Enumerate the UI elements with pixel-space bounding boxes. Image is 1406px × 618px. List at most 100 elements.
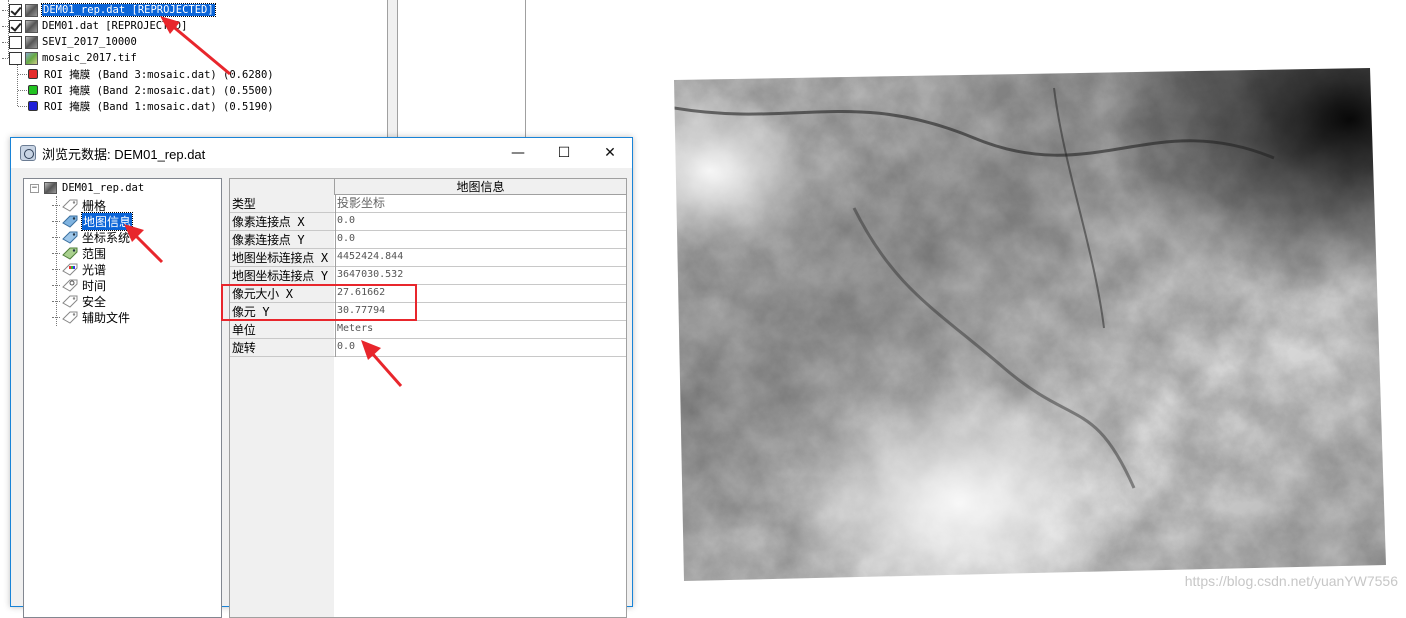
layer-item-sevi[interactable]: SEVI_2017_10000 (2, 34, 137, 50)
grid-header: 地图信息 (334, 179, 626, 195)
roi-color-swatch (28, 69, 38, 79)
layer-checkbox[interactable] (9, 3, 22, 17)
tree-item-spectral[interactable]: 光谱 (52, 261, 106, 277)
grid-key: 像元大小 X (232, 287, 293, 301)
grid-value[interactable]: 27.61662 (335, 285, 626, 303)
roi-label[interactable]: ROI 掩膜 (Band 3:mosaic.dat) (0.6280) (44, 67, 274, 82)
grid-row-rotation[interactable]: 旋转 0.0 (230, 339, 626, 357)
tree-dash (52, 252, 60, 254)
close-button[interactable]: ✕ (587, 138, 633, 168)
app-icon (20, 145, 36, 161)
grid-row-pixel-size-x[interactable]: 像元大小 X 27.61662 (230, 285, 626, 303)
roi-color-swatch (28, 101, 38, 111)
tree-dash (52, 236, 60, 238)
raster-icon (25, 3, 38, 17)
file-tag-icon (62, 311, 78, 324)
tree-item-time[interactable]: 时间 (52, 277, 106, 293)
grid-value[interactable]: 3647030.532 (335, 267, 626, 285)
tree-item-label: 时间 (82, 278, 107, 293)
globe-tag-icon (62, 231, 78, 244)
layer-label[interactable]: SEVI_2017_10000 (42, 36, 137, 48)
grid-row-pixel-size-y[interactable]: 像元 Y 30.77794 (230, 303, 626, 321)
grid-value[interactable]: Meters (335, 321, 626, 339)
tree-item-label: 地图信息 (80, 211, 134, 231)
tree-item-extent[interactable]: 范围 (52, 245, 106, 261)
tree-item-label: 栅格 (82, 198, 107, 213)
tree-item-coordinate-system[interactable]: 坐标系统 (52, 229, 130, 245)
layer-label[interactable]: DEM01.dat [REPROJECTED] (42, 20, 187, 32)
layer-checkbox[interactable] (9, 51, 22, 65)
tree-dash (2, 9, 8, 11)
roi-item-band2[interactable]: ROI 掩膜 (Band 2:mosaic.dat) (0.5500) (18, 82, 274, 98)
layer-checkbox[interactable] (9, 19, 22, 33)
dem-raster (674, 68, 1386, 581)
metadata-tree[interactable]: − DEM01_rep.dat 栅格 地图信息 坐标系统 范围 光谱 时间 安全… (23, 178, 222, 618)
tree-item-auxiliary-files[interactable]: 辅助文件 (52, 309, 130, 325)
tree-dash (52, 204, 60, 206)
collapse-icon[interactable]: − (30, 183, 39, 193)
tree-dash (52, 268, 60, 270)
grid-row-map-tie-x[interactable]: 地图坐标连接点 X 4452424.844 (230, 249, 626, 267)
roi-item-band3[interactable]: ROI 掩膜 (Band 3:mosaic.dat) (0.6280) (18, 66, 274, 82)
map-tag-icon (62, 215, 78, 228)
grid-value[interactable]: 0.0 (335, 339, 626, 357)
grid-value[interactable]: 0.0 (335, 213, 626, 231)
roi-label[interactable]: ROI 掩膜 (Band 2:mosaic.dat) (0.5500) (44, 83, 274, 98)
metadata-browser-dialog: 浏览元数据: DEM01_rep.dat — ☐ ✕ − DEM01_rep.d… (10, 137, 633, 618)
tree-dash (18, 73, 27, 75)
tree-item-security[interactable]: 安全 (52, 293, 106, 309)
grid-value[interactable]: 0.0 (335, 231, 626, 249)
grid-row-map-tie-y[interactable]: 地图坐标连接点 Y 3647030.532 (230, 267, 626, 285)
tree-root-label: DEM01_rep.dat (62, 182, 145, 194)
grid-value[interactable]: 投影坐标 (335, 195, 626, 213)
tree-item-label: 坐标系统 (82, 230, 131, 245)
tree-item-map-info[interactable]: 地图信息 (52, 211, 134, 231)
maximize-button[interactable]: ☐ (541, 138, 587, 168)
layer-checkbox[interactable] (9, 35, 22, 49)
grid-key: 旋转 (232, 341, 256, 355)
spectrum-tag-icon (62, 263, 78, 276)
minimize-button[interactable]: — (495, 138, 541, 168)
color-raster-icon (25, 51, 38, 65)
layer-item-dem01[interactable]: DEM01.dat [REPROJECTED] (2, 18, 187, 34)
tree-dash (52, 284, 60, 286)
tree-root-dem01-rep[interactable]: − DEM01_rep.dat (30, 182, 144, 194)
dem-image-view[interactable] (674, 68, 1386, 581)
tree-dash (52, 300, 60, 302)
tree-item-label: 光谱 (82, 262, 107, 277)
grid-row-type[interactable]: 类型 投影坐标 (230, 195, 626, 213)
extent-tag-icon (62, 247, 78, 260)
roi-label[interactable]: ROI 掩膜 (Band 1:mosaic.dat) (0.5190) (44, 99, 274, 114)
tree-dash (52, 220, 60, 222)
tree-dash (2, 57, 8, 59)
grid-key: 类型 (232, 197, 256, 211)
tag-icon (62, 199, 78, 212)
tree-item-raster[interactable]: 栅格 (52, 197, 106, 213)
grid-value[interactable]: 4452424.844 (335, 249, 626, 267)
grid-row-pixel-tie-x[interactable]: 像素连接点 X 0.0 (230, 213, 626, 231)
tree-dash (52, 316, 60, 318)
dialog-client-area: − DEM01_rep.dat 栅格 地图信息 坐标系统 范围 光谱 时间 安全… (11, 168, 632, 618)
layer-item-mosaic[interactable]: mosaic_2017.tif (2, 50, 137, 66)
tree-dash (2, 25, 8, 27)
clock-tag-icon (62, 279, 78, 292)
grid-key: 地图坐标连接点 X (232, 251, 328, 265)
raster-icon (25, 19, 38, 33)
dialog-title: 浏览元数据: DEM01_rep.dat (42, 146, 206, 162)
grid-key: 像素连接点 Y (232, 233, 305, 247)
dialog-titlebar[interactable]: 浏览元数据: DEM01_rep.dat — ☐ ✕ (11, 138, 632, 168)
tree-item-label: 安全 (82, 294, 107, 309)
layer-label[interactable]: DEM01_rep.dat [REPROJECTED] (41, 3, 216, 17)
grid-key: 像元 Y (232, 305, 270, 319)
properties-grid[interactable]: 地图信息 类型 投影坐标 像素连接点 X 0.0 像素连接点 Y 0.0 地图坐… (229, 178, 627, 618)
panel-splitter[interactable] (388, 0, 398, 140)
tree-dash (2, 41, 8, 43)
roi-item-band1[interactable]: ROI 掩膜 (Band 1:mosaic.dat) (0.5190) (18, 98, 274, 114)
grid-key: 单位 (232, 323, 256, 337)
layer-item-dem01-rep[interactable]: DEM01_rep.dat [REPROJECTED] (2, 2, 216, 18)
grid-value[interactable]: 30.77794 (335, 303, 626, 321)
grid-key: 地图坐标连接点 Y (232, 269, 328, 283)
layer-label[interactable]: mosaic_2017.tif (42, 52, 137, 64)
grid-row-pixel-tie-y[interactable]: 像素连接点 Y 0.0 (230, 231, 626, 249)
grid-row-units[interactable]: 单位 Meters (230, 321, 626, 339)
